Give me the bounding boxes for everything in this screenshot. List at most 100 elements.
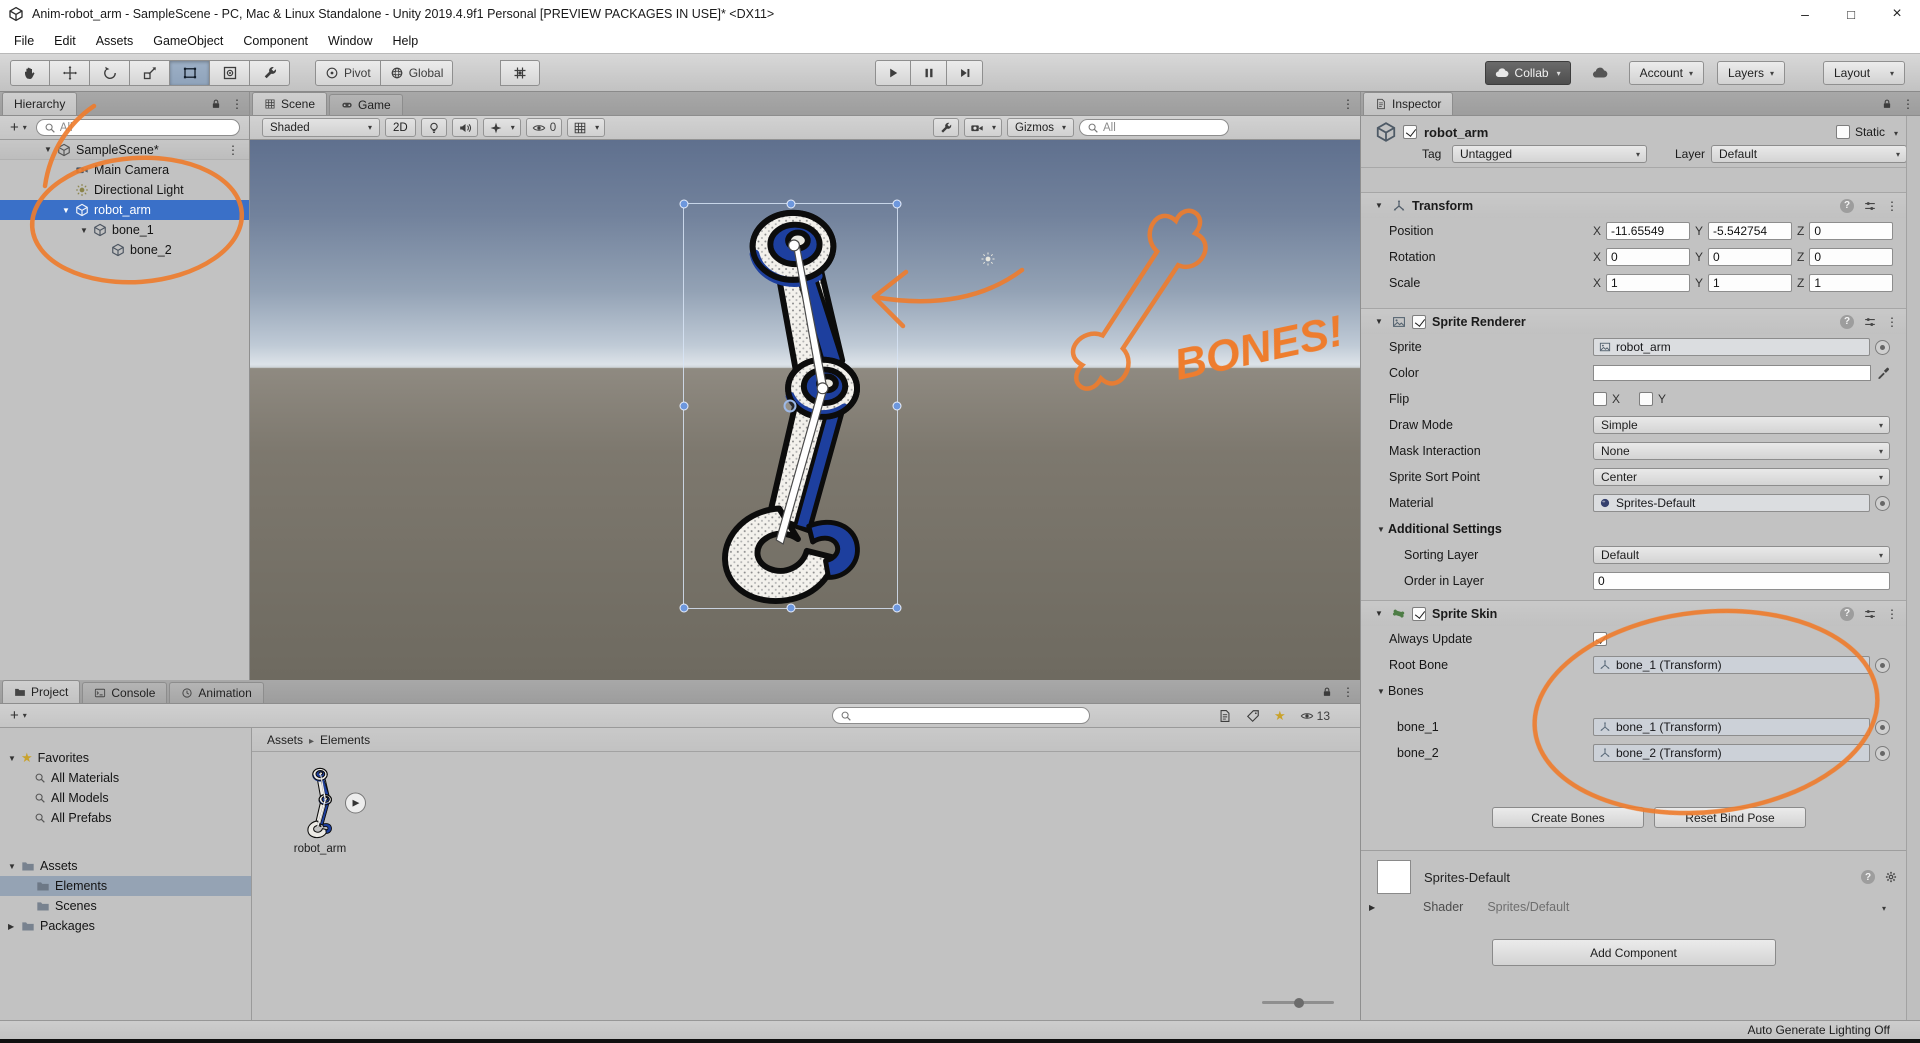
maximize-button[interactable] [1828,0,1874,28]
expand-sprite-button[interactable] [345,793,366,814]
custom-tool-button[interactable] [250,60,290,86]
scene-effects-dropdown[interactable] [483,118,521,137]
project-folder-elements[interactable]: Elements [0,876,251,896]
collab-dropdown[interactable]: Collab [1485,61,1571,85]
hierarchy-item-bone-2[interactable]: bone_2 [0,240,249,260]
component-enabled-checkbox[interactable] [1412,315,1426,329]
help-icon[interactable] [1840,315,1854,329]
scale-y-field[interactable] [1708,274,1792,292]
component-menu-icon[interactable] [1886,607,1898,621]
shader-dropdown-icon[interactable] [1878,900,1886,914]
menu-component[interactable]: Component [233,30,318,52]
hierarchy-scene-row[interactable]: SampleScene* [0,140,249,160]
scene-search-input[interactable] [1103,122,1221,134]
2d-toggle-button[interactable]: 2D [385,118,416,137]
hierarchy-item-bone-1[interactable]: bone_1 [0,220,249,240]
transform-component-header[interactable]: Transform [1361,192,1906,218]
project-favorites-row[interactable]: Favorites [0,748,251,768]
foldout-icon[interactable] [1375,609,1386,618]
layers-dropdown[interactable]: Layers [1717,61,1785,85]
play-button[interactable] [875,60,911,86]
directional-light-gizmo-icon[interactable] [980,251,996,267]
presets-icon[interactable] [1863,315,1877,329]
object-picker-button[interactable] [1875,746,1890,761]
project-favorite-all-prefabs[interactable]: All Prefabs [0,808,251,828]
help-icon[interactable] [1840,199,1854,213]
presets-icon[interactable] [1863,607,1877,621]
rotation-x-field[interactable] [1606,248,1690,266]
tab-animation[interactable]: Animation [169,682,263,703]
foldout-icon[interactable] [62,206,75,215]
foldout-icon[interactable] [8,862,21,871]
auto-generate-lighting-toggle[interactable]: Auto Generate Lighting Off [1747,1023,1890,1037]
pause-button[interactable] [911,60,947,86]
gizmos-dropdown[interactable]: Gizmos [1007,118,1074,137]
create-asset-button[interactable] [5,708,32,723]
pan-tool-button[interactable] [10,60,50,86]
material-object-field[interactable]: Sprites-Default [1593,494,1870,512]
foldout-icon[interactable] [8,922,21,931]
save-search-icon[interactable] [1274,709,1286,723]
hierarchy-search-field[interactable] [36,119,240,136]
pivot-toggle-button[interactable]: Pivot [315,60,381,86]
sprite-sort-point-dropdown[interactable]: Center [1593,468,1890,486]
tab-game[interactable]: Game [329,94,403,115]
rotation-y-field[interactable] [1708,248,1792,266]
project-favorite-all-materials[interactable]: All Materials [0,768,251,788]
project-search-field[interactable] [832,707,1090,724]
scale-tool-button[interactable] [130,60,170,86]
inspector-scrollbar[interactable] [1906,116,1920,1020]
foldout-icon[interactable] [1369,903,1380,912]
position-y-field[interactable] [1708,222,1792,240]
reset-bind-pose-button[interactable]: Reset Bind Pose [1654,807,1806,828]
bones-foldout[interactable]: Bones [1361,678,1906,704]
tab-scene[interactable]: Scene [252,92,327,115]
additional-settings-foldout[interactable]: Additional Settings [1361,516,1906,542]
mask-interaction-dropdown[interactable]: None [1593,442,1890,460]
shading-mode-dropdown[interactable]: Shaded [262,118,380,137]
panel-menu-icon[interactable] [1342,685,1354,699]
menu-file[interactable]: File [4,30,44,52]
project-packages-row[interactable]: Packages [0,916,251,936]
tab-project[interactable]: Project [2,680,80,703]
foldout-icon[interactable] [1375,201,1386,210]
sprite-pivot-handle[interactable] [784,400,797,413]
component-menu-icon[interactable] [1886,199,1898,213]
hidden-packages-toggle[interactable]: 13 [1300,709,1330,723]
tab-console[interactable]: Console [82,682,167,703]
shader-value[interactable]: Sprites/Default [1487,900,1569,914]
close-button[interactable] [1874,0,1920,28]
component-tools-button[interactable] [933,118,959,137]
scene-search-field[interactable] [1079,119,1229,136]
panel-menu-icon[interactable] [231,97,243,111]
panel-menu-icon[interactable] [1342,97,1354,111]
position-z-field[interactable] [1809,222,1893,240]
create-bones-button[interactable]: Create Bones [1492,807,1644,828]
gameobject-name[interactable]: robot_arm [1424,125,1488,140]
help-icon[interactable] [1861,870,1875,884]
hierarchy-item-directional-light[interactable]: Directional Light [0,180,249,200]
scene-options-icon[interactable] [227,143,239,157]
global-toggle-button[interactable]: Global [381,60,454,86]
object-picker-button[interactable] [1875,658,1890,673]
scene-lighting-toggle[interactable] [421,118,447,137]
draw-mode-dropdown[interactable]: Simple [1593,416,1890,434]
breadcrumb-root[interactable]: Assets [267,733,303,747]
component-menu-icon[interactable] [1886,315,1898,329]
scene-viewport[interactable] [250,140,1360,680]
rotate-tool-button[interactable] [90,60,130,86]
lock-icon[interactable] [1321,686,1333,698]
menu-help[interactable]: Help [382,30,428,52]
bone-1-object-field[interactable]: bone_1 (Transform) [1593,718,1870,736]
lock-icon[interactable] [1881,98,1893,110]
position-x-field[interactable] [1606,222,1690,240]
help-icon[interactable] [1840,607,1854,621]
foldout-icon[interactable] [44,145,57,154]
account-dropdown[interactable]: Account [1629,61,1704,85]
project-folder-scenes[interactable]: Scenes [0,896,251,916]
active-checkbox[interactable] [1403,125,1417,139]
foldout-icon[interactable] [8,754,21,763]
sprite-renderer-component-header[interactable]: Sprite Renderer [1361,308,1906,334]
step-button[interactable] [947,60,983,86]
gear-icon[interactable] [1884,870,1898,884]
